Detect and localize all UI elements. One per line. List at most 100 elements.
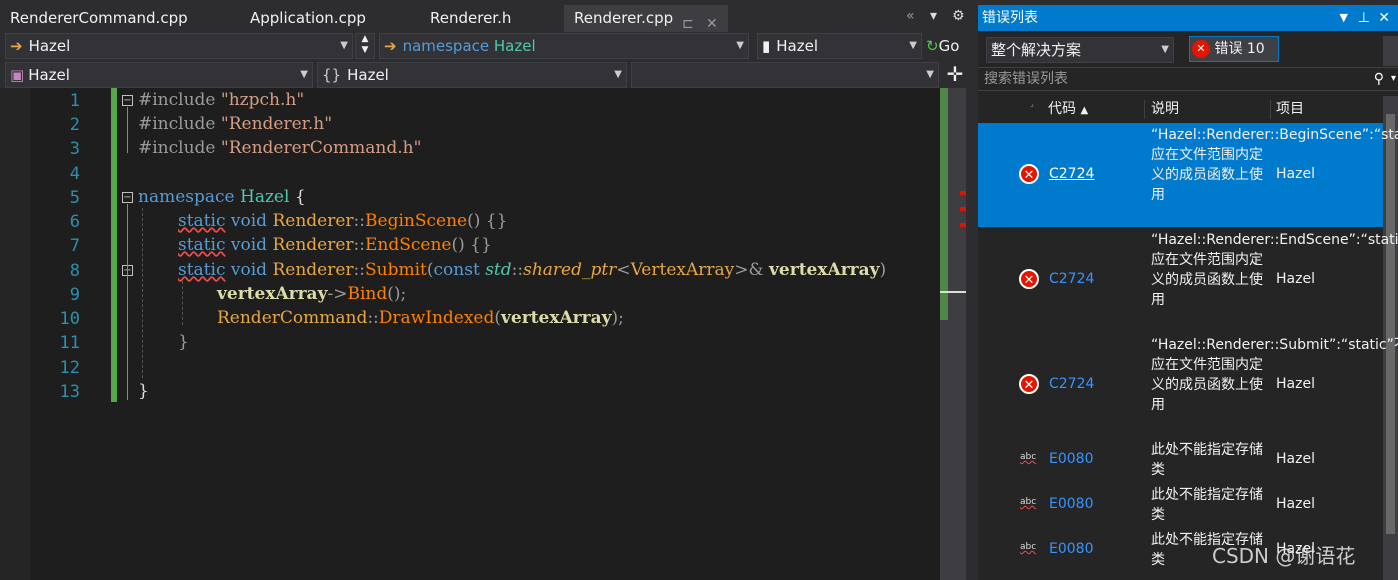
column-project[interactable]: 项目 <box>1276 96 1304 123</box>
column-divider <box>1144 100 1145 119</box>
scrollbar-thumb[interactable] <box>1386 114 1395 534</box>
pin-icon[interactable]: ⊥ <box>1358 5 1370 31</box>
error-code-link[interactable]: C2724 <box>1049 271 1094 287</box>
sort-ascending-icon: ▲ <box>1080 105 1089 116</box>
search-box[interactable]: 搜索错误列表 ⚲ ▾ <box>978 67 1398 91</box>
namespace-icon: ➔ <box>384 37 397 55</box>
chevron-down-icon: ▼ <box>300 69 308 80</box>
scope-filter-label: 整个解决方案 <box>991 41 1082 59</box>
glyph-margin <box>0 88 30 580</box>
include-path: "Renderer.h" <box>220 114 333 134</box>
scope-keyword: namespace <box>402 37 490 55</box>
line-number: 5 <box>69 188 80 208</box>
error-code-link[interactable]: C2724 <box>1049 376 1094 392</box>
line-number: 13 <box>59 382 80 402</box>
column-resize-icon: ⌟ <box>1030 99 1034 108</box>
error-row[interactable]: ✕ C2724 “Hazel::Renderer::EndScene”:“sta… <box>978 228 1398 332</box>
class-name: Renderer <box>272 211 354 231</box>
class-name: Renderer <box>272 260 354 280</box>
column-description[interactable]: 说明 <box>1151 96 1179 123</box>
error-project: Hazel <box>1276 271 1315 287</box>
namespace-label: Hazel <box>347 66 389 84</box>
error-project: Hazel <box>1276 376 1315 392</box>
namespace-dropdown[interactable]: {} Hazel ▼ <box>317 62 627 88</box>
fold-line <box>127 204 128 400</box>
error-row-selected[interactable]: ✕ C2724 “Hazel::Renderer::BeginScene”:“s… <box>978 123 1398 227</box>
search-icon[interactable]: ⚲ <box>1374 68 1384 90</box>
function-name: BeginScene <box>365 211 468 231</box>
namespace-name: Hazel <box>240 187 290 207</box>
column-divider <box>1270 100 1271 119</box>
settings-icon[interactable]: ⚙ <box>952 8 965 24</box>
line-number: 8 <box>69 261 80 281</box>
member-label: Hazel <box>776 37 819 55</box>
error-code-link[interactable]: E0080 <box>1049 541 1093 557</box>
error-code-link[interactable]: E0080 <box>1049 496 1093 512</box>
collapse-icon[interactable]: − <box>122 192 133 203</box>
preprocessor: #include <box>138 138 216 158</box>
function-name: EndScene <box>365 235 452 255</box>
member-dropdown[interactable]: ▮ Hazel ▼ <box>757 33 922 59</box>
function-name: DrawIndexed <box>378 308 495 328</box>
tab-renderer-h[interactable]: Renderer.h <box>420 5 560 32</box>
error-row[interactable]: abc E0080 此处不能指定存储类 Hazel <box>978 438 1383 482</box>
window-menu-icon[interactable]: ▼ <box>1340 5 1348 31</box>
keyword: void <box>230 211 268 231</box>
caret-position-marker <box>940 291 966 293</box>
toolbar-overflow <box>1383 36 1398 66</box>
column-code[interactable]: 代码 ▲ <box>1048 96 1088 124</box>
error-row[interactable]: abc E0080 此处不能指定存储类 Hazel <box>978 483 1383 527</box>
error-description: “Hazel::Renderer::Submit”:“static”不应在文件范… <box>1151 337 1398 413</box>
split-button[interactable]: ▲ ▼ <box>355 33 375 59</box>
search-options-icon[interactable]: ▾ <box>1391 68 1396 90</box>
collapse-icon[interactable]: − <box>122 95 133 106</box>
scope-dropdown[interactable]: ➔ namespace Hazel ▼ <box>379 33 749 59</box>
go-label: Go <box>938 37 960 55</box>
tab-dropdown-icon[interactable]: ▾ <box>930 8 937 24</box>
code-line-2: #include "Renderer.h" <box>138 114 332 134</box>
project-context-icon: ▣ <box>10 66 25 84</box>
error-description: “Hazel::Renderer::EndScene”:“static”不应在文… <box>1151 232 1398 308</box>
error-marker <box>960 207 966 211</box>
go-button[interactable]: ↻Go <box>926 33 976 59</box>
chevron-down-icon: ▼ <box>340 40 348 51</box>
column-header-row: ⌟ 代码 ▲ 说明 项目 <box>978 96 1383 123</box>
editor-scrollbar[interactable] <box>940 88 966 580</box>
scroll-tabs-left-icon[interactable]: « <box>906 8 915 24</box>
errors-filter-toggle[interactable]: ✕ 错误 10 <box>1189 36 1279 62</box>
line-number: 6 <box>69 212 80 232</box>
close-icon[interactable]: ✕ <box>1378 5 1390 31</box>
intellisense-error-icon: abc <box>1020 497 1037 507</box>
line-number: 9 <box>69 285 80 305</box>
keyword: const <box>433 260 480 280</box>
indent-guide <box>182 281 183 325</box>
scroll-change-map <box>940 88 948 320</box>
tab-renderer-cpp[interactable]: Renderer.cpp ⊏ ✕ <box>564 5 728 32</box>
code-line-5: namespace Hazel { <box>138 187 306 207</box>
error-code-link[interactable]: E0080 <box>1049 451 1093 467</box>
tab-renderer-command-cpp[interactable]: RendererCommand.cpp <box>0 5 240 32</box>
scope-filter-dropdown[interactable]: 整个解决方案 ▼ <box>986 37 1174 63</box>
scope-label: Hazel <box>493 37 536 55</box>
function-dropdown[interactable]: ▼ <box>631 62 939 88</box>
line-number: 4 <box>69 164 80 184</box>
code-line-7: static void Renderer::EndScene() {} <box>178 235 492 255</box>
tab-label: RendererCommand.cpp <box>10 9 188 27</box>
project-dropdown[interactable]: ➔ Hazel ▼ <box>5 33 353 59</box>
indent-guide <box>142 208 143 378</box>
error-code-link[interactable]: C2724 <box>1049 166 1094 182</box>
project-context-dropdown[interactable]: ▣ Hazel ▼ <box>5 62 313 88</box>
include-path: "hzpch.h" <box>220 90 305 110</box>
error-marker <box>960 191 966 195</box>
keyword: void <box>230 260 268 280</box>
code-editor[interactable]: 1 2 3 4 5 6 7 8 9 10 11 12 13 − − − #inc… <box>0 88 940 580</box>
error-row[interactable]: ✕ C2724 “Hazel::Renderer::Submit”:“stati… <box>978 333 1398 437</box>
column-code-label: 代码 <box>1048 101 1076 117</box>
tab-application-cpp[interactable]: Application.cpp <box>240 5 410 32</box>
split-editor-icon[interactable]: ✛ <box>943 62 967 88</box>
intellisense-error-icon: abc <box>1020 542 1037 552</box>
include-path: "RendererCommand.h" <box>220 138 422 158</box>
error-project: Hazel <box>1276 496 1315 512</box>
type-name: shared_ptr <box>523 260 617 280</box>
class-name: RenderCommand <box>217 308 368 328</box>
